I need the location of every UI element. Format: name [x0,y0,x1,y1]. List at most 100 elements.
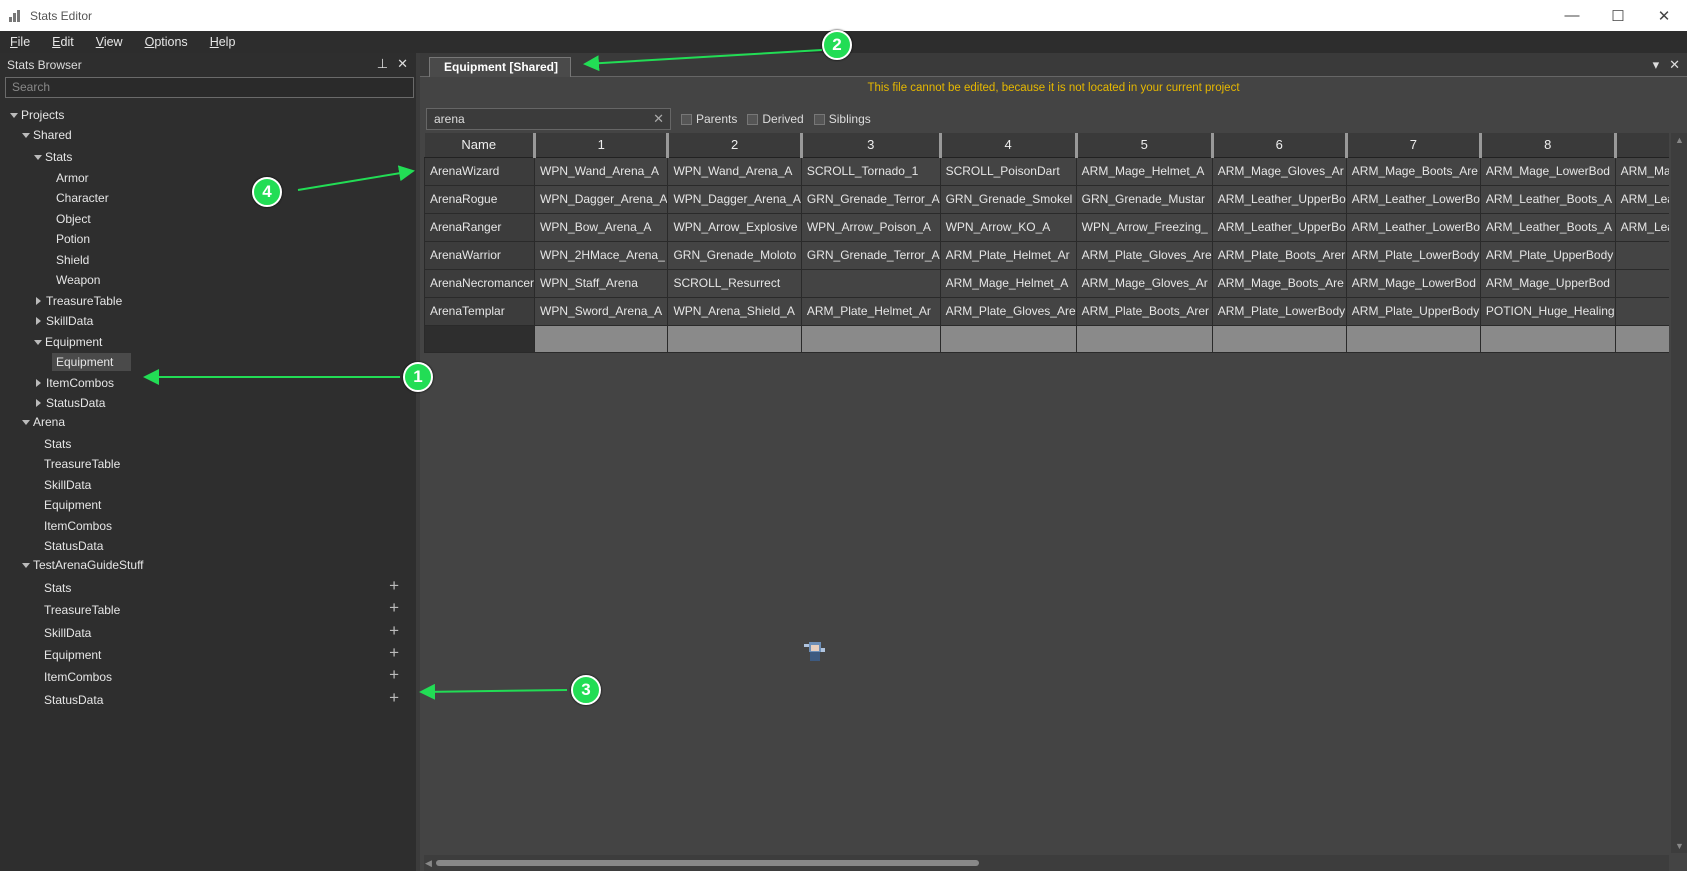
new-row-cell[interactable] [1345,324,1481,353]
tree-item-equipment[interactable]: Equipment [0,352,416,372]
row-name-cell[interactable]: ArenaRogue [424,184,536,214]
row-name-cell[interactable]: ArenaWizard [424,156,536,186]
table-row[interactable]: ArenaRanger WPN_Bow_Arena_A WPN_Arrow_Expl… [424,212,1669,242]
pin-icon[interactable]: ⊥ [377,56,388,72]
add-icon[interactable]: + [389,688,399,708]
tree-item-potion[interactable]: Potion [0,229,416,249]
expand-arrow-icon[interactable] [34,339,42,345]
table-cell[interactable] [800,268,941,298]
tree-item-skilldata[interactable]: SkillData + [0,621,416,643]
tree-item-shield[interactable]: Shield [0,250,416,270]
tab-equipment-shared[interactable]: Equipment [Shared] [429,57,572,77]
tree-item-itemcombos[interactable]: ItemCombos [0,516,416,536]
filter-input[interactable]: arena ✕ [426,108,671,130]
tree-item-armor[interactable]: Armor [0,168,416,188]
add-icon[interactable]: + [389,643,399,663]
table-cell[interactable]: ARM_Plate_UpperBody [1479,240,1616,270]
tree-item-treasuretable[interactable]: TreasureTable + [0,598,416,620]
tree-item-shared[interactable]: Shared [0,125,416,145]
tab-list-icon[interactable]: ▾ [1653,57,1660,73]
close-window-button[interactable]: ✕ [1641,0,1687,31]
table-cell[interactable]: GRN_Grenade_Mustar [1075,184,1213,214]
tree-item-object[interactable]: Object [0,209,416,229]
new-row-cell[interactable] [1614,324,1669,353]
tree-item-stats[interactable]: Stats [0,434,416,454]
table-cell[interactable]: WPN_Sword_Arena_A [534,296,669,326]
close-panel-icon[interactable]: ✕ [397,56,408,72]
derived-checkbox[interactable]: Derived [747,112,804,126]
table-cell[interactable] [1614,268,1669,298]
column-header[interactable]: 5 [1076,133,1214,158]
table-cell[interactable]: WPN_Arrow_KO_A [939,212,1077,242]
table-row[interactable]: ArenaNecromancer WPN_Staff_Arena SCROLL_Re… [424,268,1669,298]
tree-item-itemcombos[interactable]: ItemCombos + [0,665,416,687]
table-cell[interactable]: ARM_Mage_LowerBod [1345,268,1481,298]
table-cell[interactable]: ARM_Plate_LowerBody [1345,240,1481,270]
table-cell[interactable]: WPN_Dagger_Arena_A [667,184,802,214]
new-row-cell[interactable] [800,324,941,353]
table-cell[interactable]: WPN_Arrow_Explosive [667,212,802,242]
table-cell[interactable]: SCROLL_Resurrect [667,268,802,298]
table-cell[interactable]: ARM_Mage_Gloves_Ar [1075,268,1213,298]
scroll-down-icon[interactable]: ▼ [1675,841,1684,851]
add-icon[interactable]: + [389,576,399,596]
new-row[interactable] [424,324,1669,353]
close-tab-icon[interactable]: ✕ [1669,57,1680,73]
column-header[interactable]: 3 [801,133,942,158]
column-header[interactable]: Name [424,133,537,158]
add-icon[interactable]: + [389,621,399,641]
column-header[interactable]: 2 [667,133,803,158]
maximize-button[interactable]: ☐ [1595,0,1641,31]
table-cell[interactable]: ARM_Mage_Helmet_A [1075,156,1213,186]
table-cell[interactable]: ARM_Plate_Boots_Arer [1211,240,1347,270]
column-header[interactable]: 6 [1212,133,1348,158]
tree-item-stats[interactable]: Stats [0,147,416,167]
table-cell[interactable]: SCROLL_Tornado_1 [800,156,941,186]
collapse-arrow-icon[interactable] [36,297,41,305]
row-name-cell[interactable]: ArenaNecromancer [424,268,536,298]
expand-arrow-icon[interactable] [34,154,42,160]
table-cell[interactable] [1614,240,1669,270]
table-cell[interactable]: ARM_Mage_Boots_Are [1345,156,1481,186]
new-row-cell[interactable] [1075,324,1213,353]
tree-item-weapon[interactable]: Weapon [0,270,416,290]
table-cell[interactable]: WPN_Wand_Arena_A [534,156,669,186]
horizontal-scrollbar[interactable]: ◀ [424,855,1669,871]
minimize-button[interactable]: — [1549,0,1595,31]
new-row-cell[interactable] [534,324,669,353]
table-cell[interactable]: ARM_Leather_Boots_A [1479,212,1616,242]
tree-item-statusdata[interactable]: StatusData [0,536,416,556]
tree-item-character[interactable]: Character [0,188,416,208]
table-cell[interactable]: SCROLL_PoisonDart [939,156,1077,186]
new-row-cell[interactable] [1479,324,1616,353]
parents-checkbox[interactable]: Parents [681,112,737,126]
tree-item-itemcombos[interactable]: ItemCombos [0,373,416,393]
horizontal-scroll-thumb[interactable] [436,860,979,866]
collapse-arrow-icon[interactable] [36,399,41,407]
table-cell[interactable]: ARM_Mage_Gloves_Ar [1211,156,1347,186]
tree-item-treasuretable[interactable]: TreasureTable [0,291,416,311]
siblings-checkbox[interactable]: Siblings [813,112,871,126]
table-row[interactable]: ArenaWizard WPN_Wand_Arena_A WPN_Wand_Aren… [424,156,1669,186]
collapse-arrow-icon[interactable] [36,317,41,325]
table-cell[interactable]: GRN_Grenade_Moloto [667,240,802,270]
tree-item-skilldata[interactable]: SkillData [0,475,416,495]
scroll-left-icon[interactable]: ◀ [425,858,432,869]
add-icon[interactable]: + [389,598,399,618]
table-cell[interactable]: WPN_Staff_Arena [534,268,669,298]
table-cell[interactable]: ARM_Mage_Boots_Are [1211,268,1347,298]
table-row[interactable]: ArenaRogue WPN_Dagger_Arena_A WPN_Dagger_A… [424,184,1669,214]
table-cell[interactable]: ARM_Plate_LowerBody [1211,296,1347,326]
tree-item-stats[interactable]: Stats + [0,576,416,598]
table-cell[interactable]: ARM_Leather_Boots_A [1479,184,1616,214]
new-row-cell[interactable] [667,324,802,353]
row-name-cell[interactable]: ArenaWarrior [424,240,536,270]
table-cell[interactable]: ARM_Mage_UpperBod [1479,268,1616,298]
table-cell[interactable]: ARM_Plate_Boots_Arer [1075,296,1213,326]
table-cell[interactable]: ARM_Plate_Gloves_Are [1075,240,1213,270]
table-row[interactable]: ArenaWarrior WPN_2HMace_Arena_ GRN_Grenade… [424,240,1669,270]
table-cell[interactable]: WPN_Dagger_Arena_A [534,184,669,214]
table-cell[interactable]: ARM_Mage_UpperBo [1614,156,1669,186]
row-name-cell[interactable]: ArenaTemplar [424,296,536,326]
column-header[interactable]: 4 [940,133,1078,158]
